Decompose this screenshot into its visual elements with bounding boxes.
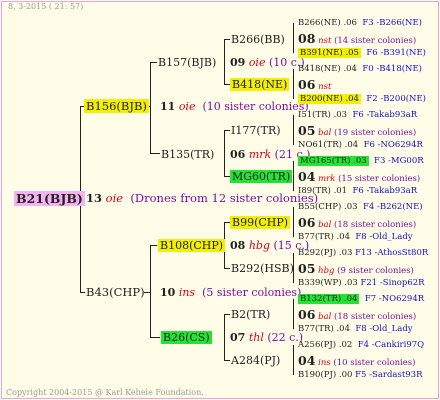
dam-line[interactable]: B339(WP) .03 F21 -Sinop62R [298, 277, 425, 290]
tree-line [80, 292, 85, 293]
ancestor-a1[interactable]: B266(BB) [231, 33, 285, 46]
ancestor-d1[interactable]: B2(TR) [231, 308, 270, 321]
drone-info: 04 mrk (15 sister colonies) [298, 169, 421, 184]
parent-bottom-drones-info: 10 ins (5 sister colonies) [160, 286, 302, 299]
grandparent-a[interactable]: B157(BJB) [158, 56, 216, 69]
tree-line [293, 69, 294, 99]
ancestor-c2[interactable]: B292(HSB) [231, 262, 294, 275]
tree-line [293, 115, 294, 145]
drone-info: 08 nst (14 sister colonies) [298, 31, 417, 46]
tree-line [150, 337, 160, 338]
grandparent-d-drones: 07 thl (22 c.) [230, 331, 304, 344]
drone-info: 06 bal (18 sister colonies) [298, 307, 417, 322]
tree-line [224, 130, 230, 131]
sire-line[interactable]: B266(NE) .06 F3 -B266(NE) [298, 17, 422, 30]
drone-info: 05 hbg (9 sister colonies) [298, 261, 414, 276]
dam-line[interactable]: B77(TR) .04 F8 -Old_Lady [298, 231, 413, 244]
copyright-footer: Copyright 2004-2015 @ Karl Kehele Founda… [6, 388, 204, 397]
tree-line [150, 62, 157, 63]
dam-line[interactable]: B200(NE) .04 F2 -B200(NE) [298, 93, 426, 106]
tree-line [224, 130, 225, 176]
sire-line[interactable]: B55(CHP) .03 F4 -B262(NE) [298, 201, 423, 214]
grandparent-a-drones: 09 oie (10 c.) [230, 56, 305, 69]
parent-queen-bottom[interactable]: B43(CHP) [86, 286, 145, 299]
tree-line [224, 314, 225, 360]
ancestor-c1[interactable]: B99(CHP) [230, 216, 291, 229]
root-drones-info: 13 oie (Drones from 12 sister colonies) [86, 191, 319, 205]
drone-info: 06 nst [298, 77, 332, 92]
dam-line[interactable]: B190(PJ) .00 F5 -Sardast93R [298, 369, 423, 382]
root-queen-label: B21(BJB) [14, 191, 85, 206]
parent-top-drones-info: 11 oie (10 sister colonies) [160, 100, 309, 113]
drone-info: 05 bal (19 sister colonies) [298, 123, 417, 138]
dam-line[interactable]: B391(NE) .05 F6 -B391(NE) [298, 47, 426, 60]
drone-info: 06 bal (18 sister colonies) [298, 215, 417, 230]
tree-line [150, 62, 151, 154]
tree-line [293, 161, 294, 191]
tree-line [224, 39, 230, 40]
ancestor-d2[interactable]: A284(PJ) [231, 354, 280, 367]
ancestor-b1[interactable]: I177(TR) [231, 124, 281, 137]
tree-line [150, 153, 160, 154]
tree-line [224, 268, 230, 269]
tree-line [144, 292, 151, 293]
root-queen[interactable]: B21(BJB) [14, 191, 85, 206]
parent-queen-top[interactable]: B156(BJB) [84, 99, 149, 113]
tree-line [224, 360, 230, 361]
ancestor-b2[interactable]: MG60(TR) [230, 170, 293, 183]
tree-line [293, 23, 294, 53]
grandparent-b[interactable]: B135(TR) [161, 148, 214, 161]
tree-line [293, 299, 294, 329]
tree-line [224, 39, 225, 85]
grandparent-d[interactable]: B26(CS) [161, 331, 212, 344]
tree-line [150, 245, 157, 246]
sire-line[interactable]: B418(NE) .04 F0 -B418(NE) [298, 63, 422, 76]
grandparent-c[interactable]: B108(CHP) [158, 239, 226, 252]
sire-line[interactable]: B132(TR) .04 F7 -NO6294R [298, 293, 424, 306]
sire-line[interactable]: MG165(TR) .03 F3 -MG00R [298, 155, 424, 168]
tree-line [224, 314, 230, 315]
sire-line[interactable]: A256(PJ) .02 F4 -Cankiri97Q [298, 339, 424, 352]
report-date: 8, 3-2015 ( 21: 57) [8, 2, 84, 11]
ancestor-a2[interactable]: B418(NE) [230, 78, 290, 91]
sire-line[interactable]: B292(PJ) .03 F13 -AthosSt80R [298, 247, 428, 260]
dam-line[interactable]: I89(TR) .01 F6 -Takab93aR [298, 185, 417, 198]
tree-line [293, 345, 294, 375]
sire-line[interactable]: I51(TR) .03 F6 -Takab93aR [298, 109, 417, 122]
drone-info: 04 ins (10 sister colonies) [298, 353, 416, 368]
tree-line [293, 207, 294, 237]
dam-line[interactable]: NO61(TR) .04 F6 -NO6294R [298, 139, 423, 152]
dam-line[interactable]: B77(TR) .04 F8 -Old_Lady [298, 323, 413, 336]
